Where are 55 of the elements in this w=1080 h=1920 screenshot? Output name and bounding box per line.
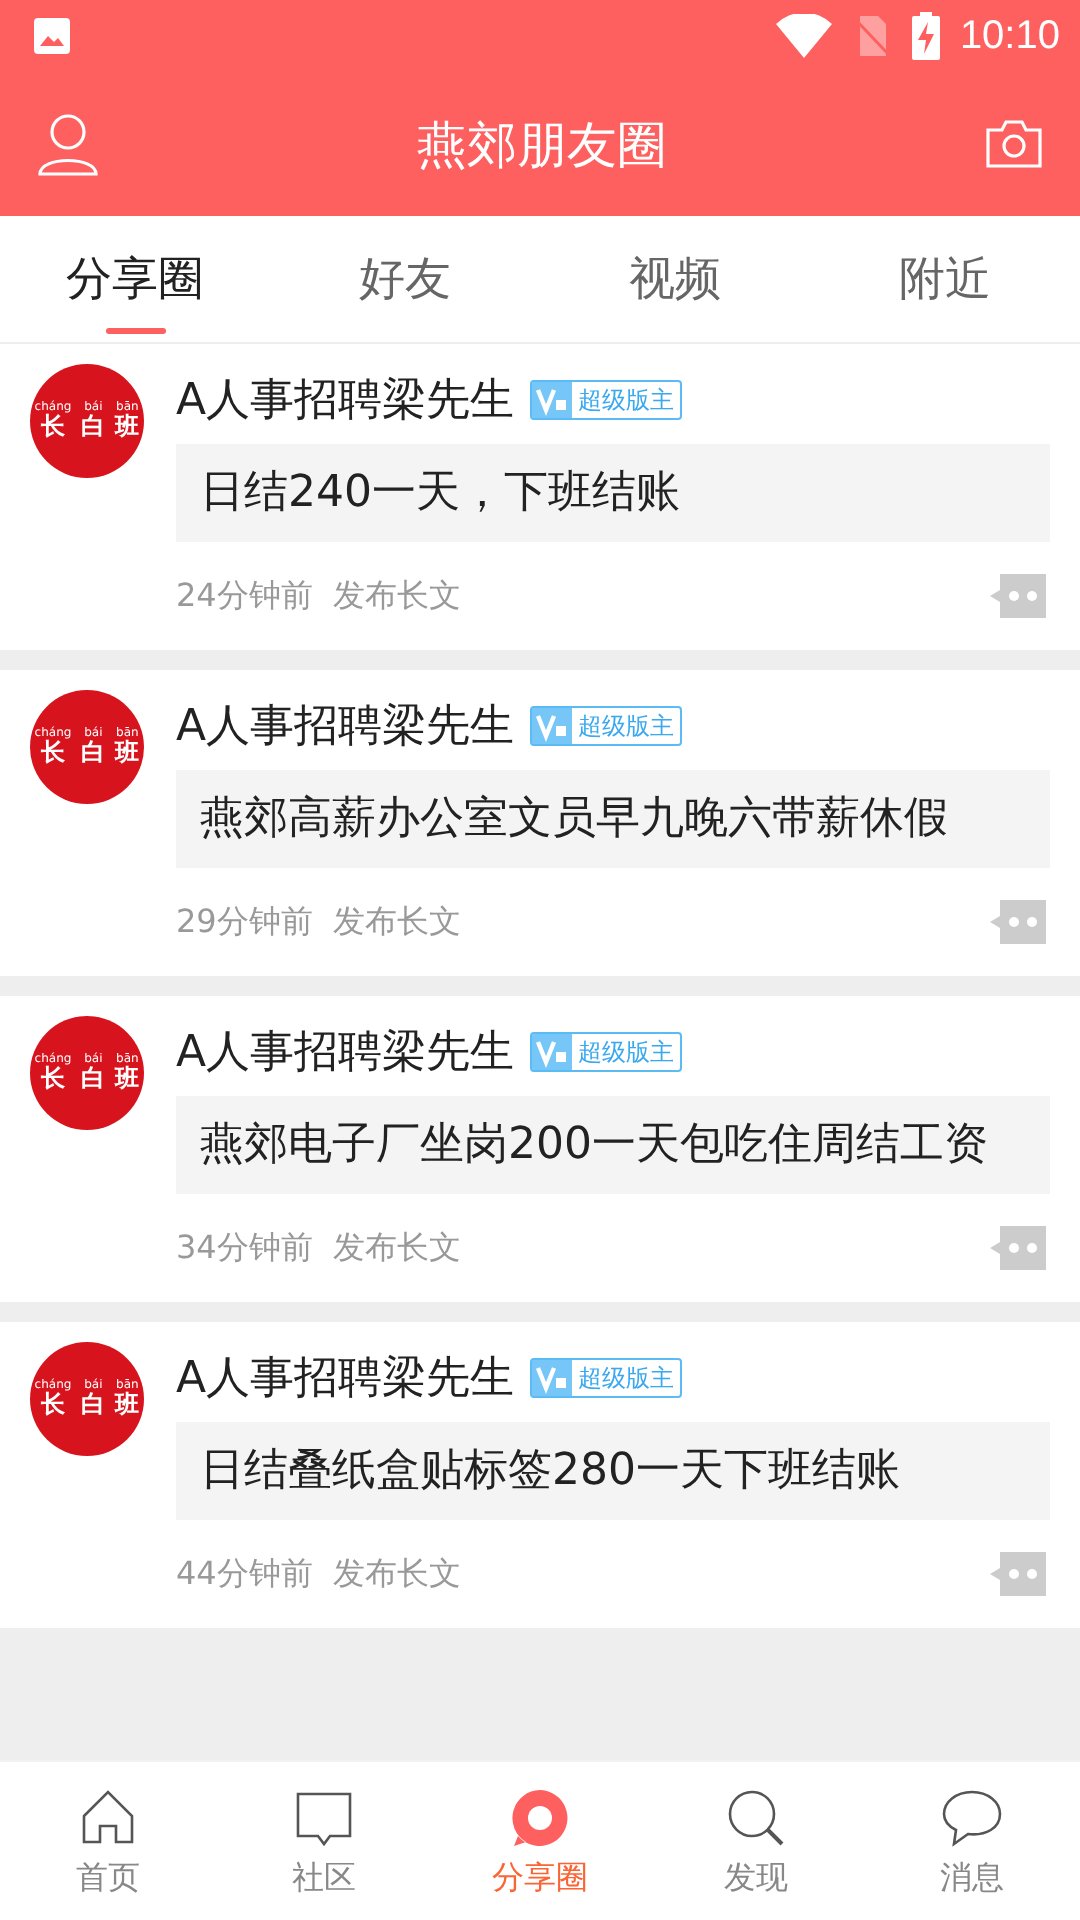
- post-type: 发布长文: [332, 1227, 461, 1269]
- v-level-icon: [532, 708, 573, 744]
- logo-char: 白: [81, 739, 106, 767]
- logo-char: 白: [81, 1065, 106, 1093]
- logo-char: 白: [81, 413, 106, 441]
- feed-tab[interactable]: 附近: [810, 216, 1080, 342]
- v-level-icon: [532, 1034, 573, 1070]
- nav-tab[interactable]: 首页: [0, 1762, 216, 1920]
- logo-char: 长: [40, 413, 65, 441]
- feed-tab[interactable]: 分享圈: [0, 216, 270, 342]
- post-type: 发布长文: [332, 901, 461, 943]
- post-type: 发布长文: [332, 575, 461, 617]
- post-content[interactable]: 燕郊高薪办公室文员早九晚六带薪休假: [176, 770, 1050, 868]
- image-icon: [32, 16, 72, 56]
- battery-charging-icon: [911, 12, 940, 60]
- logo-char: 长: [40, 1065, 65, 1093]
- feed-tab[interactable]: 好友: [270, 216, 540, 342]
- logo-char: 班: [115, 739, 140, 767]
- logo-char: 班: [115, 1391, 140, 1419]
- comment-icon[interactable]: [986, 1548, 1050, 1600]
- status-time: 10:10: [959, 13, 1060, 59]
- author-name[interactable]: A人事招聘梁先生: [176, 696, 515, 756]
- post-time: 24分钟前: [176, 575, 313, 617]
- post-content[interactable]: 燕郊电子厂坐岗200一天包吃住周结工资: [176, 1096, 1050, 1194]
- feed-tab[interactable]: 视频: [540, 216, 810, 342]
- nav-tab[interactable]: 发现: [648, 1762, 864, 1920]
- v-level-icon: [532, 382, 573, 418]
- nav-tab[interactable]: 消息: [864, 1762, 1080, 1920]
- logo-char: 白: [81, 1391, 106, 1419]
- badge-label: 超级版主: [576, 383, 677, 417]
- wifi-icon: [775, 14, 832, 58]
- comment-icon[interactable]: [986, 1222, 1050, 1274]
- badge-label: 超级版主: [576, 1361, 677, 1395]
- post-time: 44分钟前: [176, 1553, 313, 1595]
- camera-icon[interactable]: [984, 118, 1044, 170]
- nav-tab[interactable]: 社区: [216, 1762, 432, 1920]
- v-level-icon: [532, 1360, 573, 1396]
- app-title: 燕郊朋友圈: [417, 113, 667, 177]
- author-name[interactable]: A人事招聘梁先生: [176, 1022, 515, 1082]
- post-type: 发布长文: [332, 1553, 461, 1595]
- badge-label: 超级版主: [576, 1035, 677, 1069]
- author-name[interactable]: A人事招聘梁先生: [176, 370, 515, 430]
- comment-icon[interactable]: [986, 570, 1050, 622]
- comment-icon[interactable]: [986, 896, 1050, 948]
- logo-char: 班: [115, 413, 140, 441]
- badge-label: 超级版主: [576, 709, 677, 743]
- post-time: 29分钟前: [176, 901, 313, 943]
- user-icon[interactable]: [36, 112, 100, 176]
- logo-char: 班: [115, 1065, 140, 1093]
- logo-char: 长: [40, 1391, 65, 1419]
- author-name[interactable]: A人事招聘梁先生: [176, 1348, 515, 1408]
- post-time: 34分钟前: [176, 1227, 313, 1269]
- post-content[interactable]: 日结240一天，下班结账: [176, 444, 1050, 542]
- post-content[interactable]: 日结叠纸盒贴标签280一天下班结账: [176, 1422, 1050, 1520]
- logo-char: 长: [40, 739, 65, 767]
